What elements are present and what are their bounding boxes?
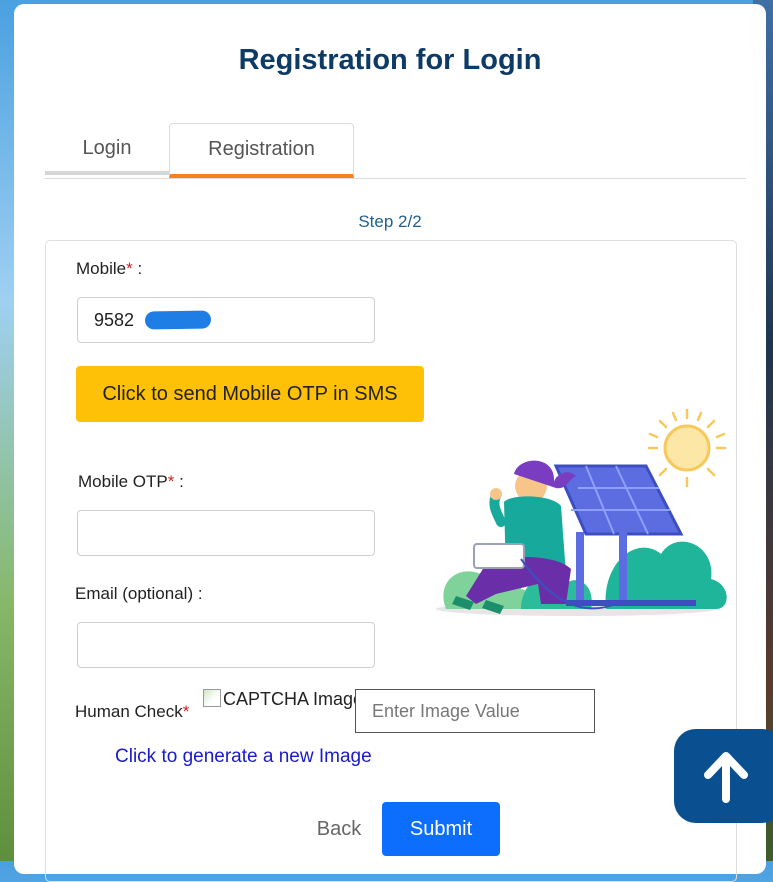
mobile-value: 9582 (94, 310, 135, 330)
regenerate-captcha-link[interactable]: Click to generate a new Image (115, 746, 372, 768)
page-title: Registration for Login (238, 44, 542, 76)
scroll-to-top-button[interactable] (674, 729, 773, 823)
redaction-mark (144, 310, 212, 330)
mobile-label: Mobile* : (76, 259, 143, 278)
tab-bar: Login Registration (45, 123, 746, 179)
registration-card: Registration for Login Login Registratio… (14, 4, 766, 882)
step-indicator: Step 2/2 (358, 212, 422, 231)
captcha-input[interactable] (355, 689, 595, 733)
back-button[interactable]: Back (294, 802, 384, 856)
required-mark: * (182, 702, 190, 721)
mobile-otp-input[interactable] (77, 510, 375, 556)
required-mark: * (126, 259, 133, 278)
send-otp-button[interactable]: Click to send Mobile OTP in SMS (76, 366, 424, 422)
tab-registration[interactable]: Registration (169, 123, 354, 178)
mobile-input[interactable]: 9582 (77, 297, 375, 343)
solar-panel-illustration (436, 408, 727, 616)
human-check-label: Human Check* (75, 702, 190, 721)
mobile-otp-label: Mobile OTP* : (78, 472, 184, 491)
sun-icon (647, 408, 727, 488)
submit-button[interactable]: Submit (382, 802, 500, 856)
arrow-up-icon (704, 752, 748, 803)
tab-login[interactable]: Login (45, 123, 169, 175)
email-label: Email (optional) : (75, 584, 203, 603)
email-input[interactable] (77, 622, 375, 668)
broken-image-icon (203, 689, 221, 707)
captcha-image: CAPTCHA Image (203, 689, 363, 710)
